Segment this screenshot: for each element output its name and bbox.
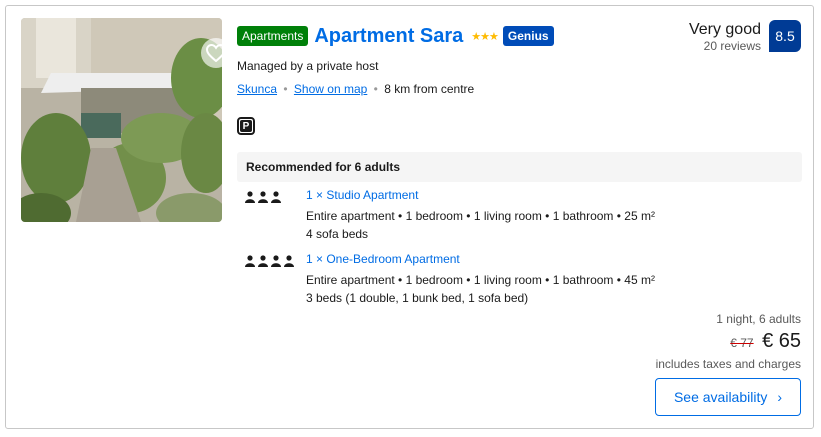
review-word: Very good: [688, 21, 761, 38]
see-availability-button[interactable]: See availability ›: [655, 378, 801, 416]
score-badge: 8.5: [769, 20, 801, 52]
show-on-map-link[interactable]: Show on map: [294, 82, 367, 96]
heart-icon: [206, 44, 222, 62]
host-label: Managed by a private host: [237, 59, 379, 73]
occupancy-icon: [245, 255, 297, 267]
distance-label: 8 km from centre: [384, 82, 475, 96]
genius-badge: Genius: [502, 26, 554, 46]
original-price: € 77: [730, 336, 753, 350]
chevron-right-icon: ›: [777, 389, 783, 405]
star-rating-icon: ★★★: [471, 30, 499, 43]
current-price: € 65: [762, 330, 801, 352]
unit-beds: 4 sofa beds: [306, 227, 369, 241]
unit-name-link[interactable]: 1 × One-Bedroom Apartment: [306, 252, 460, 266]
parking-glyph: P: [240, 120, 252, 132]
unit-name-link[interactable]: 1 × Studio Apartment: [306, 188, 418, 202]
person-icon-group: [245, 255, 294, 267]
review-score[interactable]: Very good 20 reviews 8.5: [689, 20, 801, 53]
property-photo-image: [21, 18, 222, 222]
review-summary: Very good 20 reviews: [689, 20, 761, 53]
original-price-value: € 77: [730, 336, 754, 350]
parking-icon: P: [237, 117, 255, 135]
recommendation-heading: Recommended for 6 adults: [237, 152, 802, 182]
unit-details: Entire apartment • 1 bedroom • 1 living …: [306, 273, 655, 287]
occupancy-icon: [245, 191, 285, 203]
stay-summary: 1 night, 6 adults: [716, 312, 801, 326]
review-count: 20 reviews: [703, 39, 761, 53]
taxes-note: includes taxes and charges: [655, 357, 801, 371]
property-type-badge: Apartments: [237, 26, 309, 46]
unit-details: Entire apartment • 1 bedroom • 1 living …: [306, 209, 655, 223]
location-link[interactable]: Skunca: [237, 82, 277, 96]
separator-dot: •: [283, 82, 288, 96]
price-block: 1 night, 6 adults € 77 € 65 includes tax…: [656, 312, 801, 371]
person-icon-group: [245, 191, 281, 203]
property-photo[interactable]: [21, 18, 222, 222]
property-name-link[interactable]: Apartment Sara: [314, 25, 463, 47]
see-availability-label: See availability: [673, 389, 768, 405]
property-card: Apartments Apartment Sara ★★★ Genius Man…: [5, 5, 814, 429]
separator-dot: •: [373, 82, 378, 96]
unit-beds: 3 beds (1 double, 1 bunk bed, 1 sofa bed…: [306, 291, 529, 305]
price-row: € 77 € 65: [656, 330, 801, 353]
location-line: Skunca • Show on map • 8 km from centre: [237, 82, 474, 96]
title-row: Apartments Apartment Sara ★★★ Genius: [237, 25, 554, 47]
